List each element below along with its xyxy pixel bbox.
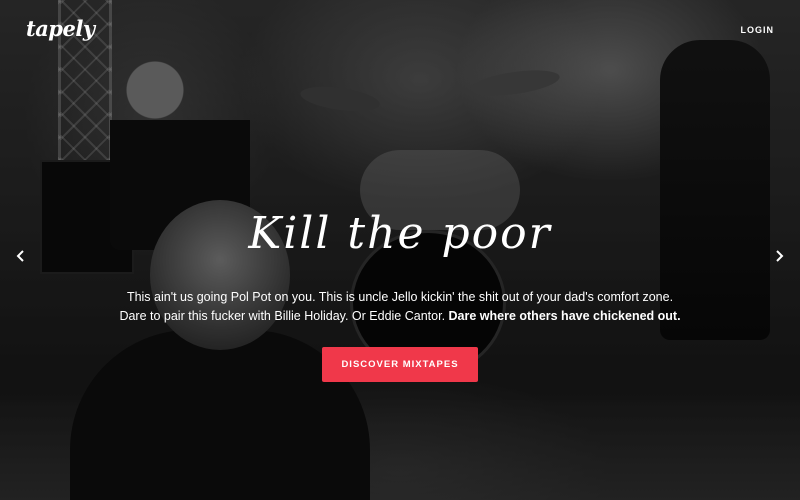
hero-tagline: This ain't us going Pol Pot on you. This… (0, 288, 800, 326)
tagline-line-2-regular: Dare to pair this fucker with Billie Hol… (119, 309, 449, 323)
login-link[interactable]: LOGIN (741, 25, 775, 35)
tagline-line-2-bold: Dare where others have chickened out. (448, 309, 681, 323)
discover-mixtapes-button[interactable]: DISCOVER MIXTAPES (322, 347, 478, 382)
tapely-logo[interactable]: tapely (26, 16, 95, 41)
tagline-line-1: This ain't us going Pol Pot on you. This… (126, 290, 674, 304)
hero-headline: Kill the poor (248, 208, 552, 259)
tagline-line-2: Dare to pair this fucker with Billie Hol… (0, 307, 800, 326)
hero-banner: tapely LOGIN Kill the poor This ain't us… (0, 0, 800, 500)
